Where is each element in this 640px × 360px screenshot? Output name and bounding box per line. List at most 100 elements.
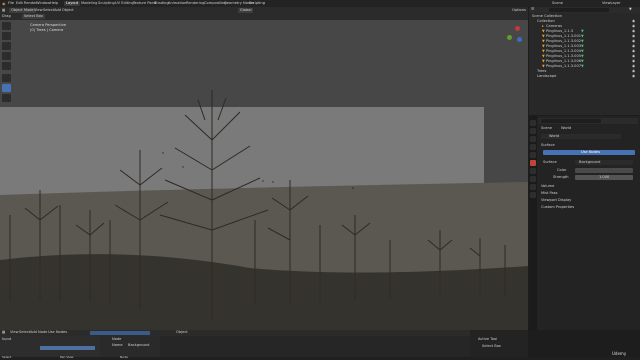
viewport-header: ▦ Object Mode View Select Add Object Glo…	[0, 7, 528, 14]
modifier-tab-icon[interactable]	[530, 176, 536, 182]
active-tool-value[interactable]: Select Box	[482, 344, 501, 349]
breadcrumb-world: World	[561, 126, 572, 130]
menu-help[interactable]: Help	[50, 1, 58, 6]
menu-edit[interactable]: Edit	[16, 1, 23, 6]
select-box-dropdown[interactable]: Select Box	[22, 14, 45, 19]
properties-header	[539, 118, 638, 124]
scene-selector[interactable]: Scene	[552, 1, 563, 6]
section-surface[interactable]: Surface	[541, 143, 555, 148]
scale-tool-icon[interactable]	[2, 62, 11, 70]
surface-dropdown[interactable]: Background	[575, 160, 633, 165]
eye-icon[interactable]: ◉	[632, 74, 635, 79]
menu-add[interactable]: Add	[30, 330, 37, 335]
active-tool-panel: Active Tool Select Box	[470, 330, 528, 357]
editor-type-icon[interactable]: ▦	[2, 8, 5, 13]
select-tool-icon[interactable]	[2, 22, 11, 30]
tab-layout[interactable]: Layout	[64, 1, 81, 6]
menu-node[interactable]: Node	[38, 330, 47, 335]
node-name-label: Name	[112, 343, 123, 347]
rotate-tool-icon[interactable]	[2, 52, 11, 60]
view-layer-tab-icon[interactable]	[530, 144, 536, 150]
menu-file[interactable]: File	[8, 1, 14, 6]
menu-render[interactable]: Render	[24, 1, 37, 6]
menu-view[interactable]: View	[10, 330, 19, 335]
output-tab-icon[interactable]	[530, 136, 536, 142]
list-item[interactable]: Landscape ◉	[529, 74, 640, 79]
filter-icon[interactable]: ▼	[629, 7, 632, 12]
node-panel-title: Node	[112, 337, 122, 341]
measure-tool-icon[interactable]	[2, 84, 11, 92]
y-axis-icon[interactable]	[507, 35, 512, 40]
status-node: Node	[120, 355, 128, 359]
particles-tab-icon[interactable]	[530, 184, 536, 190]
strength-field[interactable]: 1.000	[575, 175, 633, 180]
transform-orientation-dropdown[interactable]: Global	[238, 8, 254, 13]
surface-label: Surface	[543, 160, 557, 164]
node-panel: Node Name Background	[100, 336, 160, 357]
outliner-header: ☰ ▼	[529, 7, 640, 13]
menu-object[interactable]: Object	[62, 8, 74, 13]
node-name-value[interactable]: Background	[128, 343, 149, 348]
tool-tab-icon[interactable]	[530, 120, 536, 126]
outliner-item-label: Landscape	[537, 74, 557, 78]
menu-select[interactable]: Select	[19, 330, 30, 335]
object-tab-icon[interactable]	[530, 168, 536, 174]
shader-type-bar[interactable]	[90, 331, 150, 335]
properties-tabs	[529, 116, 537, 330]
color-swatch[interactable]	[575, 168, 633, 173]
udemy-watermark: Udemy	[612, 351, 627, 356]
move-tool-icon[interactable]	[2, 42, 11, 50]
strength-value: 1.000	[599, 175, 610, 179]
mode-dropdown[interactable]: Object Mode	[9, 8, 36, 13]
add-cube-tool-icon[interactable]	[2, 94, 11, 102]
properties-search-input[interactable]	[541, 119, 601, 123]
render-tab-icon[interactable]	[530, 128, 536, 134]
object-dropdown[interactable]: Object	[176, 330, 188, 335]
outliner-type-icon[interactable]: ☰	[531, 7, 534, 12]
menu-select[interactable]: Select	[43, 8, 54, 13]
use-nodes-button[interactable]: Use Nodes	[543, 150, 635, 155]
active-tool-label: Active Tool	[478, 337, 498, 341]
use-nodes-toggle[interactable]: Use Nodes	[48, 330, 67, 335]
menu-add[interactable]: Add	[54, 8, 61, 13]
3d-viewport[interactable]: Camera Perspective (0) Trees | Camera	[0, 20, 528, 330]
scene-tab-icon[interactable]	[530, 152, 536, 158]
section-volume[interactable]: Volume	[541, 184, 554, 189]
annotate-tool-icon[interactable]	[2, 74, 11, 82]
node-properties-sidebar: Input	[0, 336, 100, 357]
x-axis-icon[interactable]	[515, 26, 520, 31]
breadcrumb-scene: Scene	[541, 126, 552, 130]
options-dropdown[interactable]: Options	[512, 8, 526, 13]
node-editor-area[interactable]: Input Node Name Background	[0, 336, 470, 357]
navigation-gizmo[interactable]	[505, 26, 523, 44]
node-input-label: Input	[2, 337, 12, 341]
section-viewport-display[interactable]: Viewport Display	[541, 198, 571, 203]
outliner-panel: ☰ ▼ Scene Collection Collection ◉ ▸ Came…	[529, 7, 640, 115]
section-mist-pass[interactable]: Mist Pass	[541, 191, 557, 196]
world-selector[interactable]: World	[541, 134, 621, 139]
node-editor-type-icon[interactable]: ▦	[2, 330, 5, 335]
status-select: Select	[2, 355, 12, 359]
blender-logo-icon[interactable]: ◉	[2, 1, 6, 6]
z-axis-icon[interactable]	[517, 37, 522, 42]
strength-label: Strength	[553, 175, 569, 179]
viewport-scene	[0, 20, 528, 330]
properties-panel: Scene World World Surface Use Nodes Surf…	[529, 116, 640, 330]
tab-scripting[interactable]: Scripting	[247, 1, 267, 6]
menu-window[interactable]: Window	[36, 1, 50, 6]
drag-label: Drag	[2, 14, 11, 18]
cursor-tool-icon[interactable]	[2, 32, 11, 40]
use-nodes-label: Use Nodes	[581, 150, 601, 154]
node-slider[interactable]	[40, 346, 95, 350]
surface-value: Background	[579, 160, 601, 164]
world-tab-icon[interactable]	[530, 160, 536, 166]
viewport-toolbar	[2, 22, 11, 102]
color-label: Color	[557, 168, 567, 172]
outliner-search-input[interactable]	[549, 8, 609, 12]
menu-view[interactable]: View	[34, 8, 43, 13]
section-custom-properties[interactable]: Custom Properties	[541, 205, 574, 210]
view-layer-selector[interactable]: ViewLayer	[602, 1, 621, 6]
viewport-overlay-text-2: (0) Trees | Camera	[30, 28, 64, 32]
world-name: World	[549, 134, 560, 138]
physics-tab-icon[interactable]	[530, 192, 536, 198]
